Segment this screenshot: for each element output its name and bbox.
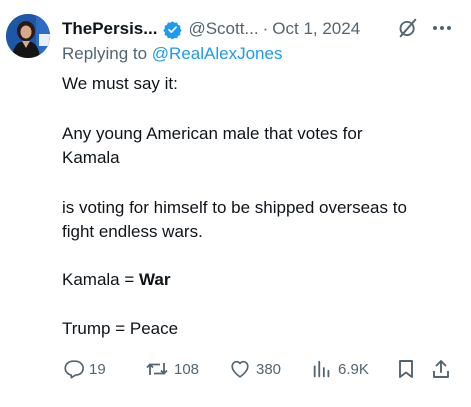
tweet-text-line: We must say it: (62, 74, 178, 93)
heart-icon (231, 360, 249, 378)
tweet-text-line: Kamala (62, 148, 120, 167)
bookmark-button[interactable] (396, 356, 416, 382)
replying-to-handle-link[interactable]: @RealAlexJones (152, 44, 283, 63)
display-name[interactable]: ThePersis... (62, 19, 157, 39)
replying-to: Replying to @RealAlexJones (62, 44, 282, 64)
tweet-text-line: is voting for himself to be shipped over… (62, 198, 407, 217)
verified-badge-icon[interactable] (163, 20, 183, 39)
tweet-text-bold: War (139, 270, 171, 289)
repost-icon (146, 363, 168, 375)
replying-to-label: Replying to (62, 44, 148, 63)
handle[interactable]: @Scott... (188, 19, 258, 39)
tweet-text-segment: Kamala = (62, 270, 140, 289)
tweet-text-line: Kamala = War (62, 268, 171, 292)
views-count: 6.9K (338, 360, 369, 378)
reply-count: 19 (89, 360, 106, 378)
more-icon[interactable] (430, 17, 454, 39)
reply-button[interactable]: 19 (62, 356, 106, 382)
tweet-header: ThePersis... @Scott... · Oct 1, 2024 (62, 17, 360, 41)
tweet[interactable]: ThePersis... @Scott... · Oct 1, 2024 Rep… (0, 0, 471, 407)
share-button[interactable] (431, 356, 451, 382)
tweet-text-line: Trump = Peace (62, 319, 179, 338)
like-button[interactable]: 380 (229, 356, 281, 382)
grok-icon[interactable] (397, 17, 419, 39)
bookmark-icon (399, 360, 413, 378)
repost-button[interactable]: 108 (145, 356, 199, 382)
views-chart-icon (313, 360, 330, 378)
tweet-text-line: Any young American male that votes for (62, 124, 363, 143)
tweet-date[interactable]: Oct 1, 2024 (272, 19, 360, 39)
separator-dot: · (262, 19, 269, 38)
repost-count: 108 (174, 360, 200, 378)
tweet-text-line: fight endless wars. (62, 222, 203, 241)
avatar[interactable] (6, 14, 50, 58)
share-icon (433, 360, 449, 378)
like-count: 380 (256, 360, 282, 378)
reply-icon (64, 360, 84, 379)
views-button[interactable]: 6.9K (311, 356, 369, 382)
